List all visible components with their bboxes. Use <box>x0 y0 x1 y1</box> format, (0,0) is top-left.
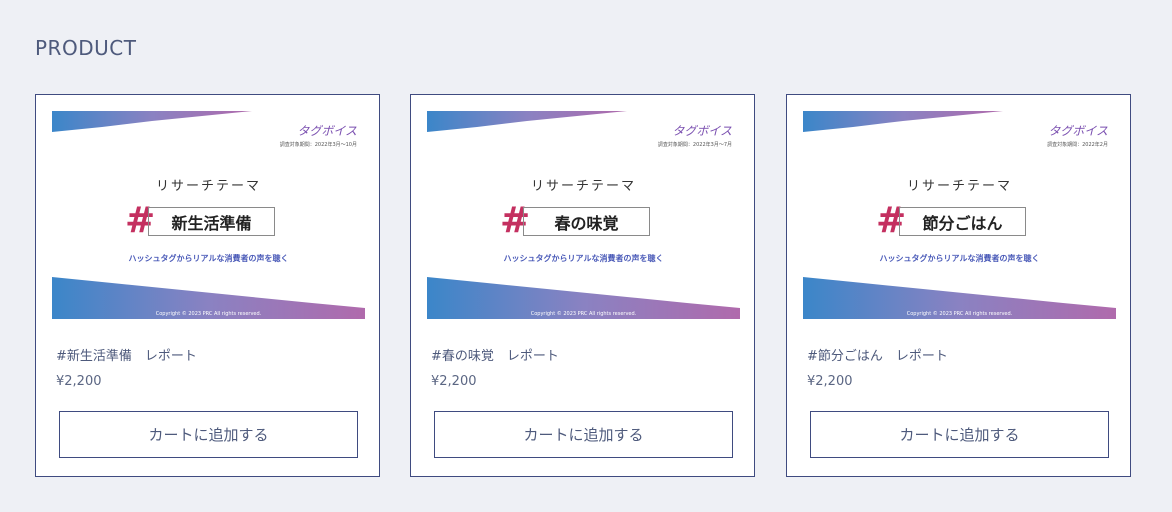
thumbnail-copyright: Copyright © 2023 PRC All rights reserved… <box>906 311 1013 317</box>
survey-period: 調査対象期間：2022年3月〜10月 <box>279 142 357 148</box>
thumbnail-title: 節分ごはん <box>899 207 1026 236</box>
product-card: タグボイス 調査対象期間：2022年3月〜10月 リサーチテーマ # 新生活準備… <box>35 94 380 477</box>
product-name[interactable]: #春の味覚 レポート <box>431 345 559 364</box>
thumbnail-tagline: ハッシュタグからリアルな消費者の声を聴く <box>128 254 289 263</box>
product-thumbnail[interactable]: タグボイス 調査対象期間：2022年3月〜7月 リサーチテーマ # 春の味覚 ハ… <box>427 111 740 319</box>
add-to-cart-button[interactable]: カートに追加する <box>810 411 1109 458</box>
thumbnail-tagline: ハッシュタグからリアルな消費者の声を聴く <box>503 254 664 263</box>
product-thumbnail[interactable]: タグボイス 調査対象期間：2022年2月 リサーチテーマ # 節分ごはん ハッシ… <box>803 111 1116 319</box>
product-card: タグボイス 調査対象期間：2022年3月〜7月 リサーチテーマ # 春の味覚 ハ… <box>410 94 755 477</box>
thumbnail-title: 春の味覚 <box>523 207 650 236</box>
thumbnail-copyright: Copyright © 2023 PRC All rights reserved… <box>530 311 637 317</box>
product-price: ¥2,200 <box>56 374 102 389</box>
brand-logo: タグボイス <box>672 124 732 138</box>
thumbnail-copyright: Copyright © 2023 PRC All rights reserved… <box>155 311 262 317</box>
product-name[interactable]: #新生活準備 レポート <box>56 345 197 364</box>
research-theme-label: リサーチテーマ <box>155 179 261 194</box>
thumbnail-tagline: ハッシュタグからリアルな消費者の声を聴く <box>879 254 1040 263</box>
survey-period: 調査対象期間：2022年2月 <box>1047 142 1108 148</box>
brand-logo: タグボイス <box>1048 124 1108 138</box>
brand-logo: タグボイス <box>297 124 357 138</box>
survey-period: 調査対象期間：2022年3月〜7月 <box>657 142 732 148</box>
add-to-cart-button[interactable]: カートに追加する <box>59 411 358 458</box>
research-theme-label: リサーチテーマ <box>530 179 636 194</box>
thumbnail-title: 新生活準備 <box>148 207 275 236</box>
section-title: PRODUCT <box>35 36 137 60</box>
add-to-cart-button[interactable]: カートに追加する <box>434 411 733 458</box>
product-card: タグボイス 調査対象期間：2022年2月 リサーチテーマ # 節分ごはん ハッシ… <box>786 94 1131 477</box>
product-name[interactable]: #節分ごはん レポート <box>807 345 948 364</box>
product-price: ¥2,200 <box>431 374 477 389</box>
product-thumbnail[interactable]: タグボイス 調査対象期間：2022年3月〜10月 リサーチテーマ # 新生活準備… <box>52 111 365 319</box>
research-theme-label: リサーチテーマ <box>906 179 1012 194</box>
product-price: ¥2,200 <box>807 374 853 389</box>
